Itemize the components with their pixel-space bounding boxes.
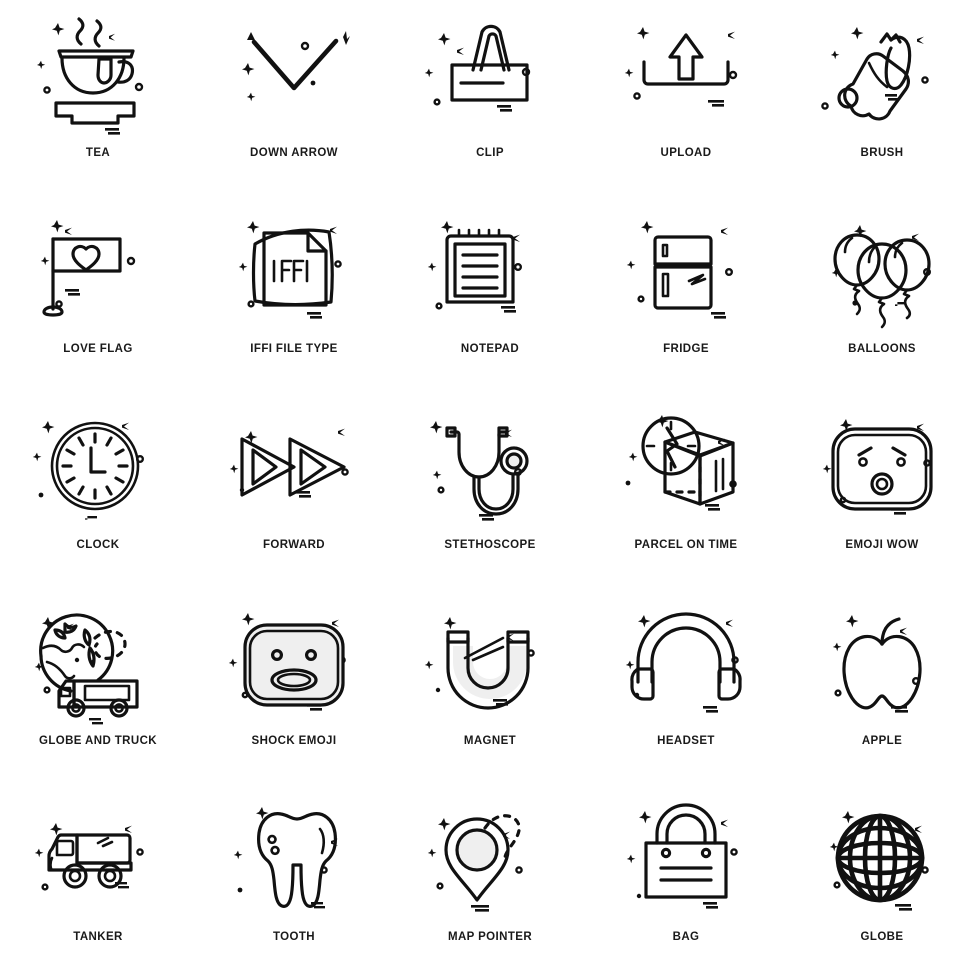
icon-label: NOTEPAD	[460, 343, 520, 355]
icon-label: MAGNET	[463, 735, 517, 747]
balloons-icon	[807, 202, 957, 342]
icon-cell-clock[interactable]: CLOCK	[0, 392, 196, 588]
notepad-icon	[415, 202, 565, 342]
icon-label: SHOCK EMOJI	[251, 735, 337, 747]
icon-cell-fridge[interactable]: FRIDGE	[588, 196, 784, 392]
icon-cell-globe-and-truck[interactable]: GLOBE AND TRUCK	[0, 588, 196, 784]
magnet-icon	[415, 594, 565, 734]
tanker-truck-icon	[23, 790, 173, 930]
fridge-icon	[611, 202, 761, 342]
icon-label: HEADSET	[657, 735, 715, 747]
icon-cell-tanker[interactable]: TANKER	[0, 784, 196, 980]
icon-cell-stethoscope[interactable]: STETHOSCOPE	[392, 392, 588, 588]
parcel-on-time-icon	[611, 398, 761, 538]
shock-emoji-icon	[219, 594, 369, 734]
icon-cell-brush[interactable]: BRUSH	[784, 0, 980, 196]
icon-label: TOOTH	[272, 931, 316, 943]
down-arrow-icon	[219, 6, 369, 146]
icon-label: BALLOONS	[848, 343, 916, 355]
icon-cell-love-flag[interactable]: LOVE FLAG	[0, 196, 196, 392]
icon-cell-down-arrow[interactable]: DOWN ARROW	[196, 0, 392, 196]
icon-label: FORWARD	[262, 539, 325, 551]
shopping-bag-icon	[611, 790, 761, 930]
icon-label: LOVE FLAG	[63, 343, 133, 355]
clock-icon	[23, 398, 173, 538]
icon-label: TANKER	[73, 931, 123, 943]
icon-cell-shock-emoji[interactable]: SHOCK EMOJI	[196, 588, 392, 784]
paint-brush-icon	[807, 6, 957, 146]
icon-label: STETHOSCOPE	[444, 539, 536, 551]
icon-cell-iffi-file-type[interactable]: IFFI FILE TYPE	[196, 196, 392, 392]
icon-cell-notepad[interactable]: NOTEPAD	[392, 196, 588, 392]
headset-icon	[611, 594, 761, 734]
globe-wireframe-icon	[807, 790, 957, 930]
binder-clip-icon	[415, 6, 565, 146]
icon-grid: TEA DOWN ARROW CLIP UPLOAD BRUSH LOVE FL…	[0, 0, 980, 980]
love-flag-icon	[23, 202, 173, 342]
icon-label: FRIDGE	[663, 343, 709, 355]
icon-label: MAP POINTER	[447, 931, 533, 943]
stethoscope-icon	[415, 398, 565, 538]
icon-label: BAG	[672, 931, 700, 943]
icon-label: PARCEL ON TIME	[634, 539, 738, 551]
icon-cell-bag[interactable]: BAG	[588, 784, 784, 980]
icon-cell-tooth[interactable]: TOOTH	[196, 784, 392, 980]
iffi-file-icon	[219, 202, 369, 342]
icon-cell-forward[interactable]: FORWARD	[196, 392, 392, 588]
icon-label: GLOBE	[860, 931, 904, 943]
tooth-icon	[219, 790, 369, 930]
map-pointer-icon	[415, 790, 565, 930]
icon-cell-headset[interactable]: HEADSET	[588, 588, 784, 784]
icon-label: UPLOAD	[660, 147, 712, 159]
fast-forward-icon	[219, 398, 369, 538]
globe-and-truck-icon	[23, 594, 173, 734]
icon-cell-balloons[interactable]: BALLOONS	[784, 196, 980, 392]
icon-label: CLIP	[476, 147, 504, 159]
icon-cell-magnet[interactable]: MAGNET	[392, 588, 588, 784]
icon-cell-map-pointer[interactable]: MAP POINTER	[392, 784, 588, 980]
upload-icon	[611, 6, 761, 146]
icon-label: BRUSH	[860, 147, 904, 159]
icon-cell-tea[interactable]: TEA	[0, 0, 196, 196]
icon-cell-clip[interactable]: CLIP	[392, 0, 588, 196]
icon-label: APPLE	[861, 735, 903, 747]
icon-label: TEA	[85, 147, 111, 159]
icon-cell-emoji-wow[interactable]: EMOJI WOW	[784, 392, 980, 588]
icon-label: IFFI FILE TYPE	[250, 343, 338, 355]
icon-cell-parcel-on-time[interactable]: PARCEL ON TIME	[588, 392, 784, 588]
icon-sheet: TEA DOWN ARROW CLIP UPLOAD BRUSH LOVE FL…	[0, 0, 980, 980]
icon-cell-globe[interactable]: GLOBE	[784, 784, 980, 980]
icon-cell-upload[interactable]: UPLOAD	[588, 0, 784, 196]
icon-label: DOWN ARROW	[250, 147, 338, 159]
apple-icon	[807, 594, 957, 734]
icon-label: EMOJI WOW	[845, 539, 919, 551]
icon-cell-apple[interactable]: APPLE	[784, 588, 980, 784]
emoji-wow-icon	[807, 398, 957, 538]
icon-label: CLOCK	[76, 539, 120, 551]
icon-label: GLOBE AND TRUCK	[38, 735, 157, 747]
tea-cup-icon	[23, 6, 173, 146]
